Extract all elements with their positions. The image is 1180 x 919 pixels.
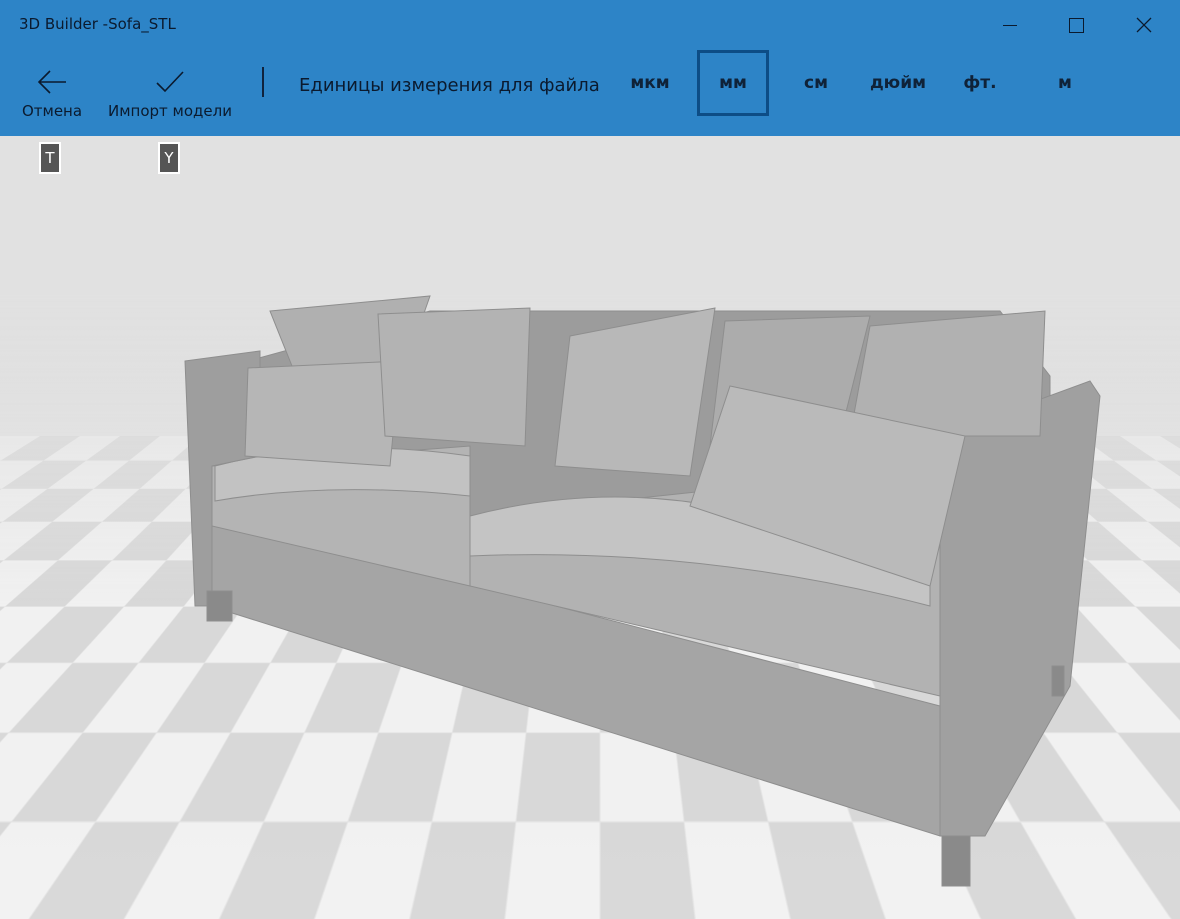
shortcut-key-cancel: T <box>39 142 61 174</box>
close-icon <box>1136 17 1152 33</box>
unit-option-ft[interactable]: фт. <box>950 50 1010 116</box>
unit-option-um[interactable]: мкм <box>620 50 680 116</box>
cancel-button[interactable]: Отмена <box>12 62 92 120</box>
import-model-button[interactable]: Импорт модели <box>100 62 240 120</box>
units-label: Единицы измерения для файла <box>299 75 600 96</box>
toolbar-separator <box>262 67 264 97</box>
checkmark-icon <box>156 71 184 93</box>
3d-viewport[interactable] <box>0 136 1180 919</box>
command-bar: 3D Builder -Sofa_STL Отмена Импорт модел… <box>0 0 1180 136</box>
maximize-button[interactable] <box>1056 8 1096 42</box>
import-model-label: Импорт модели <box>108 102 232 120</box>
maximize-icon <box>1068 17 1084 33</box>
unit-option-m[interactable]: м <box>1035 50 1095 116</box>
shortcut-key-import: Y <box>158 142 180 174</box>
minimize-icon <box>1003 24 1017 26</box>
back-arrow-icon <box>37 70 66 94</box>
window-title: 3D Builder -Sofa_STL <box>19 15 176 33</box>
unit-option-cm[interactable]: см <box>786 50 846 116</box>
close-button[interactable] <box>1124 8 1164 42</box>
cancel-label: Отмена <box>21 102 83 120</box>
sofa-model[interactable] <box>0 136 1180 919</box>
minimize-button[interactable] <box>990 8 1030 42</box>
unit-option-mm[interactable]: мм <box>697 50 769 116</box>
unit-option-inch[interactable]: дюйм <box>862 50 934 116</box>
